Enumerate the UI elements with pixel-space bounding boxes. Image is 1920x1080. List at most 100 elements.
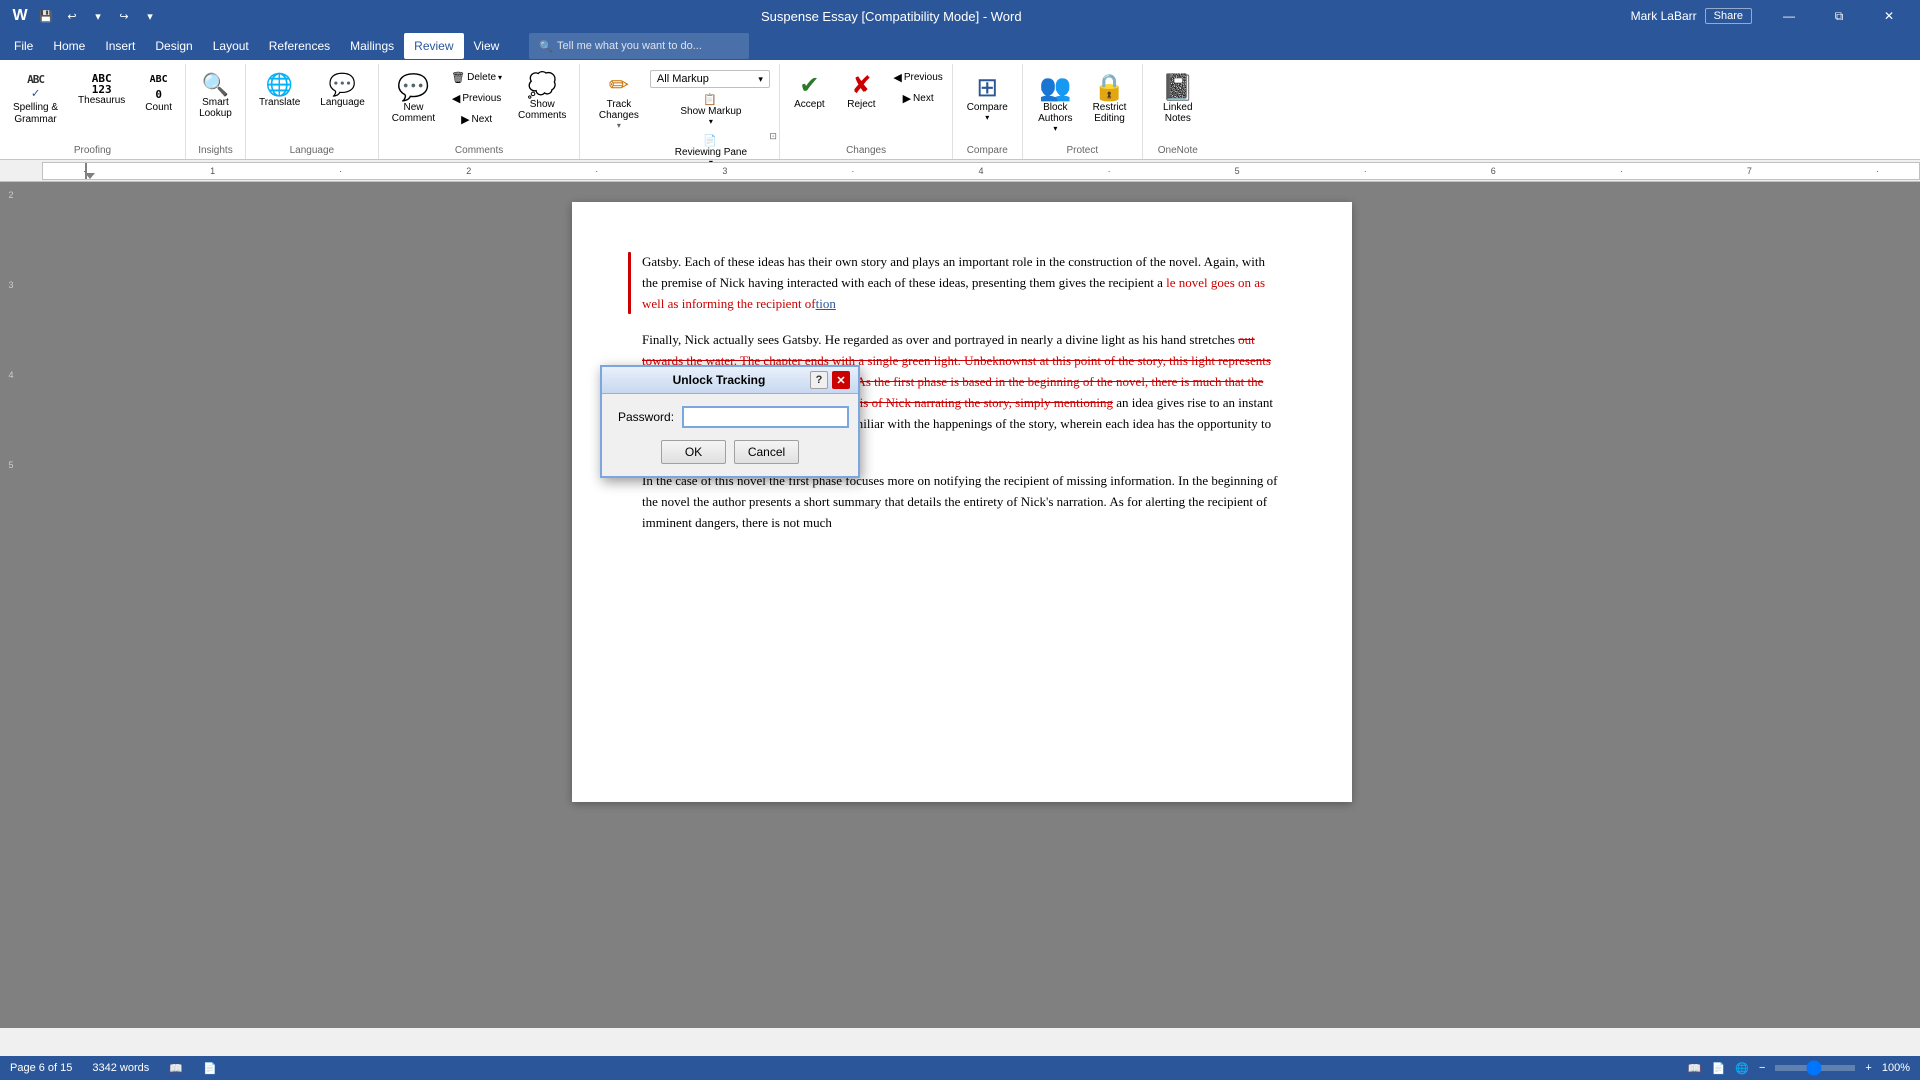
next-comment-button[interactable]: ▶ Next xyxy=(446,110,507,129)
menu-file[interactable]: File xyxy=(4,33,43,59)
change-bar-1 xyxy=(628,252,631,314)
tracking-content: ✏ TrackChanges ▾ All Markup ▾ 📋 Show Mar… xyxy=(590,64,770,170)
ribbon-group-language: 🌐 Translate 💬 Language Language xyxy=(246,64,379,159)
previous-change-button[interactable]: ◀ Previous xyxy=(888,68,947,87)
show-comments-button[interactable]: 💭 ShowComments xyxy=(509,68,575,126)
next-change-label: Next xyxy=(913,93,934,104)
document-page: Gatsby. Each of these ideas has their ow… xyxy=(572,202,1352,802)
previous-comment-button[interactable]: ◀ Previous xyxy=(446,89,507,108)
show-comments-icon: 💭 xyxy=(527,73,557,99)
ribbon-group-tracking: ✏ TrackChanges ▾ All Markup ▾ 📋 Show Mar… xyxy=(580,64,780,159)
spelling-grammar-button[interactable]: ABC ✓ Spelling &Grammar xyxy=(4,68,67,131)
word-count: 3342 words xyxy=(92,1062,149,1074)
menu-home[interactable]: Home xyxy=(43,33,95,59)
cancel-button[interactable]: Cancel xyxy=(734,440,799,464)
language-group-label: Language xyxy=(250,145,374,159)
view-web-button[interactable]: 🌐 xyxy=(1735,1062,1749,1075)
block-authors-button[interactable]: 👥 BlockAuthors ▾ xyxy=(1029,68,1081,138)
language-content: 🌐 Translate 💬 Language xyxy=(250,64,374,145)
close-button[interactable]: ✕ xyxy=(1866,0,1912,32)
password-input[interactable] xyxy=(682,406,849,428)
para1-underline[interactable]: tion xyxy=(816,296,836,311)
menu-mailings[interactable]: Mailings xyxy=(340,33,404,59)
show-markup-label: Show Markup xyxy=(680,106,741,117)
status-right: 📖 📄 🌐 − + 100% xyxy=(1688,1062,1910,1075)
next-change-button[interactable]: ▶ Next xyxy=(888,89,947,108)
menu-design[interactable]: Design xyxy=(145,33,202,59)
ribbon-group-insights: 🔍 SmartLookup Insights xyxy=(186,64,246,159)
document-area[interactable]: Gatsby. Each of these ideas has their ow… xyxy=(22,182,1902,1028)
ribbon-group-comments: 💬 NewComment 🗑 Delete ▾ ◀ Previous xyxy=(379,64,581,159)
left-indent-marker[interactable] xyxy=(85,173,95,179)
restore-button[interactable]: ⧉ xyxy=(1816,0,1862,32)
track-changes-button[interactable]: ✏ TrackChanges ▾ xyxy=(590,68,648,135)
zoom-out-button[interactable]: − xyxy=(1759,1062,1765,1074)
save-button[interactable]: 💾 xyxy=(34,4,58,28)
compare-content: ⊞ Compare ▾ xyxy=(958,64,1017,145)
accept-button[interactable]: ✔ Accept xyxy=(784,68,834,115)
unlock-tracking-dialog: Unlock Tracking ? ✕ Password: OK Cancel xyxy=(600,365,860,478)
menu-references[interactable]: References xyxy=(259,33,340,59)
reject-button[interactable]: ✘ Reject xyxy=(836,68,886,115)
dialog-help-button[interactable]: ? xyxy=(810,371,828,389)
dialog-title: Unlock Tracking xyxy=(628,373,810,387)
view-print-button[interactable]: 📄 xyxy=(1712,1062,1726,1075)
dialog-close-button[interactable]: ✕ xyxy=(832,371,850,389)
word-count-button[interactable]: ABC 0 Count xyxy=(136,68,181,118)
menu-insert[interactable]: Insert xyxy=(95,33,145,59)
menu-view[interactable]: View xyxy=(464,33,510,59)
ok-button[interactable]: OK xyxy=(661,440,726,464)
undo-button[interactable]: ↩ xyxy=(60,4,84,28)
protect-group-label: Protect xyxy=(1027,145,1138,159)
compare-label: Compare xyxy=(967,102,1008,113)
proofing-content: ABC ✓ Spelling &Grammar ABC 123 Thesauru… xyxy=(4,64,181,145)
track-changes-icon: ✏ xyxy=(609,73,629,99)
zoom-in-button[interactable]: + xyxy=(1865,1062,1871,1074)
compare-button[interactable]: ⊞ Compare ▾ xyxy=(958,68,1017,127)
reject-icon: ✘ xyxy=(851,73,871,99)
smart-lookup-button[interactable]: 🔍 SmartLookup xyxy=(190,68,241,124)
zoom-level: 100% xyxy=(1882,1062,1910,1074)
all-markup-dropdown[interactable]: All Markup ▾ xyxy=(650,70,770,88)
user-name: Mark LaBarr xyxy=(1631,9,1697,23)
password-field: Password: xyxy=(618,406,842,428)
ribbon-group-proofing: ABC ✓ Spelling &Grammar ABC 123 Thesauru… xyxy=(0,64,186,159)
tracking-options: All Markup ▾ 📋 Show Markup ▾ 📄 Reviewing… xyxy=(650,68,770,170)
next-comment-label: Next xyxy=(472,114,493,125)
left-margin: 2 3 4 5 xyxy=(0,182,22,1028)
restrict-editing-button[interactable]: 🔒 RestrictEditing xyxy=(1084,68,1136,129)
all-markup-arrow: ▾ xyxy=(758,74,763,85)
word-logo: W xyxy=(8,4,32,28)
menu-review[interactable]: Review xyxy=(404,33,463,59)
comment-nav-col: 🗑 Delete ▾ ◀ Previous ▶ Next xyxy=(446,68,507,129)
spelling-label: Spelling &Grammar xyxy=(13,102,58,126)
undo-dropdown[interactable]: ▾ xyxy=(86,4,110,28)
redo-button[interactable]: ↪ xyxy=(112,4,136,28)
show-markup-button[interactable]: 📋 Show Markup ▾ xyxy=(650,90,770,129)
restrict-editing-label: RestrictEditing xyxy=(1093,102,1127,124)
view-read-button[interactable]: 📖 xyxy=(1688,1062,1702,1075)
menu-search[interactable]: 🔍 Tell me what you want to do... xyxy=(529,33,749,59)
menu-layout[interactable]: Layout xyxy=(203,33,259,59)
linked-notes-button[interactable]: 📓 LinkedNotes xyxy=(1153,68,1203,129)
accept-label: Accept xyxy=(794,99,825,110)
layout-icon: 📄 xyxy=(203,1062,217,1075)
delete-comment-button[interactable]: 🗑 Delete ▾ xyxy=(446,68,507,87)
customize-qa[interactable]: ▾ xyxy=(138,4,162,28)
status-left: Page 6 of 15 3342 words 📖 📄 xyxy=(10,1062,217,1075)
translate-button[interactable]: 🌐 Translate xyxy=(250,68,309,113)
language-label: Language xyxy=(320,97,365,108)
ruler: · 1 · 2 · 3 · 4 · 5 · 6 · 7 · xyxy=(42,162,1920,180)
minimize-button[interactable]: — xyxy=(1766,0,1812,32)
ribbon: ABC ✓ Spelling &Grammar ABC 123 Thesauru… xyxy=(0,60,1920,160)
comments-content: 💬 NewComment 🗑 Delete ▾ ◀ Previous xyxy=(383,64,576,145)
all-markup-label: All Markup xyxy=(657,73,756,85)
share-button[interactable]: Share xyxy=(1705,8,1752,24)
language-button[interactable]: 💬 Language xyxy=(311,68,374,113)
comments-group-label: Comments xyxy=(383,145,576,159)
thesaurus-button[interactable]: ABC 123 Thesaurus xyxy=(69,68,134,111)
tracking-expand[interactable]: ⊡ xyxy=(769,131,779,141)
restrict-editing-icon: 🔒 xyxy=(1093,73,1125,102)
new-comment-button[interactable]: 💬 NewComment xyxy=(383,68,444,129)
zoom-slider[interactable] xyxy=(1775,1065,1855,1071)
